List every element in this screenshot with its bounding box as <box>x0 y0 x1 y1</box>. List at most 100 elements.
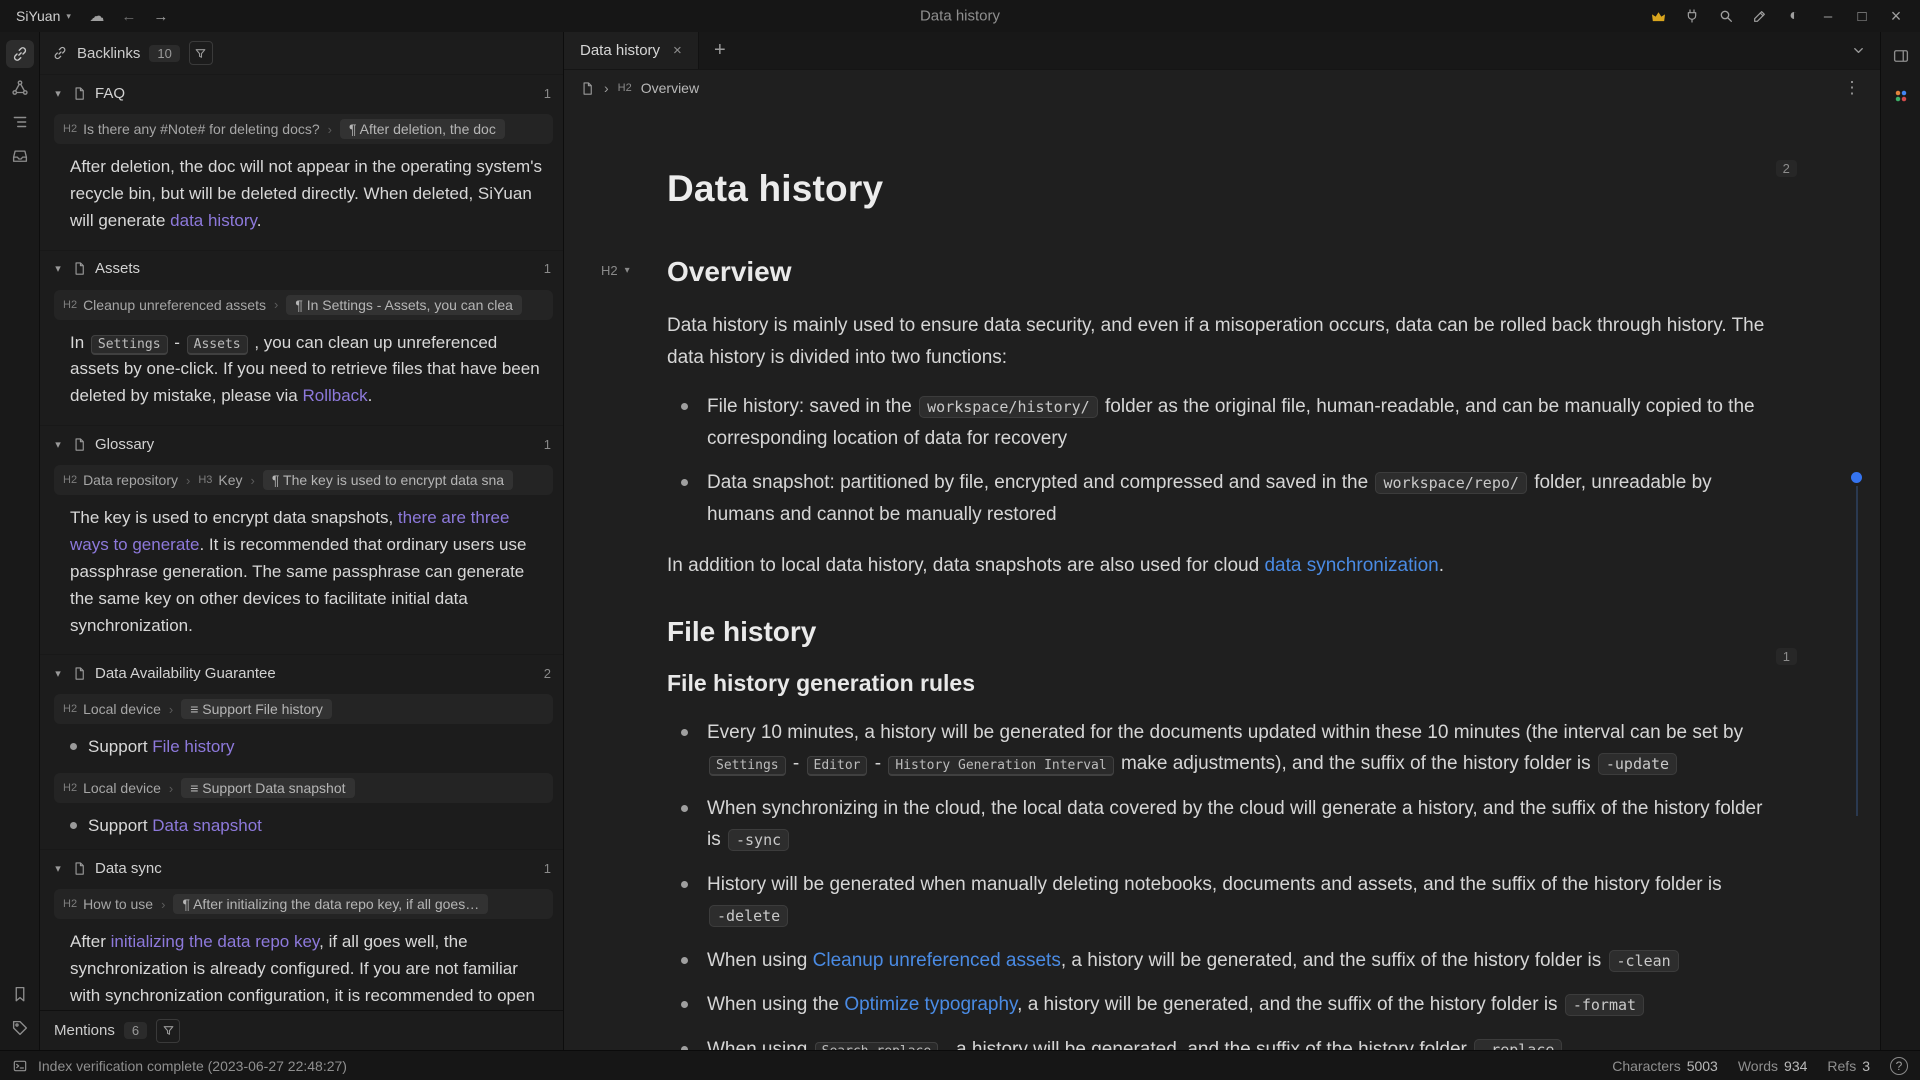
rich-text: Every 10 minutes, a history will be gene… <box>707 722 1743 743</box>
stat-words: Words 934 <box>1738 1058 1808 1074</box>
close-button[interactable]: × <box>1880 3 1912 29</box>
mentions-filter-button[interactable] <box>156 1019 180 1043</box>
block-ref-badge[interactable]: 2 <box>1776 160 1797 177</box>
help-button[interactable]: ? <box>1890 1057 1908 1075</box>
backlink-doc-row[interactable]: ▾ Data Availability Guarantee 2 <box>40 654 563 691</box>
workspace-menu[interactable]: SiYuan ▾ <box>8 5 79 27</box>
more-options-icon[interactable]: ⋮ <box>1840 78 1864 98</box>
doc-paragraph[interactable]: In addition to local data history, data … <box>667 550 1777 582</box>
dock-backlinks-button[interactable] <box>6 40 34 68</box>
edit-mode-button[interactable] <box>1744 3 1776 29</box>
doc-title[interactable]: Data history 2 <box>667 168 1777 210</box>
inline-ref-link[interactable]: initializing the data repo key <box>111 932 320 951</box>
plugin-button[interactable] <box>1676 3 1708 29</box>
backlink-excerpt[interactable]: Support File history <box>40 731 563 770</box>
chevron-down-icon[interactable]: ▾ <box>52 87 64 100</box>
backlink-breadcrumb[interactable]: H2Cleanup unreferenced assets›¶ In Setti… <box>54 290 553 320</box>
rich-code: -update <box>1598 753 1677 775</box>
chevron-down-icon[interactable]: ▾ <box>52 438 64 451</box>
doc-list-item[interactable]: When using Cleanup unreferenced assets, … <box>667 945 1777 977</box>
backlink-doc-row[interactable]: ▾ Assets 1 <box>40 250 563 287</box>
backlink-excerpt[interactable]: Support Data snapshot <box>40 810 563 849</box>
search-button[interactable] <box>1710 3 1742 29</box>
tab-close-icon[interactable]: × <box>673 42 682 59</box>
breadcrumb-heading-label[interactable]: Overview <box>641 80 699 96</box>
dock-tag-button[interactable] <box>6 1014 34 1042</box>
document-scroll-area[interactable]: Data history 2 H2 ▾ Overview Data histor… <box>564 106 1880 1050</box>
breadcrumb-separator: › <box>604 80 609 96</box>
rich-sep: › <box>161 897 165 912</box>
doc-paragraph[interactable]: Data history is mainly used to ensure da… <box>667 310 1777 373</box>
inline-ref-link[interactable]: data synchronization <box>1264 555 1438 576</box>
doc-list-item[interactable]: History will be generated when manually … <box>667 869 1777 932</box>
backlink-breadcrumb[interactable]: H2Data repository›H3Key›¶ The key is use… <box>54 465 553 495</box>
rich-text: - <box>788 753 805 774</box>
dock-inbox-button[interactable] <box>6 142 34 170</box>
document-icon[interactable] <box>580 81 595 96</box>
crown-icon <box>1650 8 1667 25</box>
inline-ref-link[interactable]: Data snapshot <box>152 816 262 835</box>
backlinks-tree: ▾ FAQ 1 H2Is there any #Note# for deleti… <box>40 74 563 1010</box>
backlinks-count-badge: 10 <box>149 45 179 62</box>
new-tab-button[interactable]: + <box>699 32 741 69</box>
backlink-doc-row[interactable]: ▾ FAQ 1 <box>40 74 563 111</box>
backlink-doc-row[interactable]: ▾ Glossary 1 <box>40 425 563 462</box>
backlink-excerpt[interactable]: The key is used to encrypt data snapshot… <box>40 502 563 654</box>
membership-crown-button[interactable] <box>1642 3 1674 29</box>
heading-row-file-history: File history 1 <box>667 616 1777 648</box>
backlinks-filter-button[interactable] <box>189 41 213 65</box>
backlink-doc-row[interactable]: ▾ Data sync 1 <box>40 849 563 886</box>
doc-list-item[interactable]: When using Search replace , a history wi… <box>667 1034 1777 1050</box>
backlink-count: 1 <box>544 261 551 276</box>
dock-bookmark-button[interactable] <box>6 980 34 1008</box>
dock-plugin-button[interactable] <box>1887 82 1915 110</box>
chevron-down-icon[interactable]: ▾ <box>52 667 64 680</box>
rich-badge: H3 <box>198 474 212 486</box>
doc-h2-file-history[interactable]: File history <box>667 616 1777 648</box>
backlink-excerpt[interactable]: In Settings - Assets , you can clean up … <box>40 327 563 426</box>
doc-h2-overview[interactable]: Overview <box>667 256 1777 288</box>
doc-list-item[interactable]: File history: saved in the workspace/his… <box>667 391 1777 454</box>
siyuan-window: SiYuan ▾ ☁ ← → Data history ◐ – □ × <box>0 0 1920 1080</box>
backlink-breadcrumb[interactable]: H2Local device›≡ Support File history <box>54 694 553 724</box>
backlink-breadcrumb[interactable]: H2Is there any #Note# for deleting docs?… <box>54 114 553 144</box>
backlink-excerpt[interactable]: After deletion, the doc will not appear … <box>40 151 563 250</box>
rich-code: -sync <box>728 829 789 851</box>
doc-h3-generation-rules[interactable]: File history generation rules <box>667 670 1777 697</box>
block-ref-badge[interactable]: 1 <box>1776 648 1797 665</box>
backlink-breadcrumb[interactable]: H2Local device›≡ Support Data snapshot <box>54 773 553 803</box>
chevron-down-icon[interactable]: ▾ <box>52 862 64 875</box>
back-icon[interactable]: ← <box>115 3 143 29</box>
maximize-button[interactable]: □ <box>1846 3 1878 29</box>
inline-ref-link[interactable]: Cleanup unreferenced assets <box>813 950 1061 971</box>
dock-panel-layout-button[interactable] <box>1887 42 1915 70</box>
backlink-breadcrumb[interactable]: H2How to use›¶ After initializing the da… <box>54 889 553 919</box>
rich-text: . <box>1439 555 1444 576</box>
inline-ref-link[interactable]: data history <box>170 211 257 230</box>
backlink-section-glossary: ▾ Glossary 1 H2Data repository›H3Key›¶ T… <box>40 425 563 654</box>
inline-ref-link[interactable]: File history <box>152 737 234 756</box>
rich-code: -delete <box>709 905 788 927</box>
inline-ref-link[interactable]: Rollback <box>302 386 367 405</box>
heading-gutter[interactable]: H2 ▾ <box>601 263 630 278</box>
doc-list-item[interactable]: Data snapshot: partitioned by file, encr… <box>667 467 1777 530</box>
doc-list-item[interactable]: When synchronizing in the cloud, the loc… <box>667 793 1777 856</box>
dock-outline-button[interactable] <box>6 108 34 136</box>
forward-icon[interactable]: → <box>147 3 175 29</box>
inline-ref-link[interactable]: Optimize typography <box>844 994 1017 1015</box>
chevron-down-icon[interactable]: ▾ <box>52 262 64 275</box>
scroll-indicator-dot[interactable] <box>1851 472 1862 483</box>
rich-text: Support <box>88 737 152 756</box>
minimize-button[interactable]: – <box>1812 3 1844 29</box>
doc-list-item[interactable]: Every 10 minutes, a history will be gene… <box>667 717 1777 780</box>
cloud-sync-icon[interactable]: ☁ <box>83 3 111 29</box>
tab-data-history[interactable]: Data history × <box>564 32 699 69</box>
backlink-excerpt[interactable]: After initializing the data repo key, if… <box>40 926 563 1010</box>
tab-list-chevron-button[interactable] <box>1836 32 1880 69</box>
dock-graph-button[interactable] <box>6 74 34 102</box>
collapse-triangle-icon[interactable]: ▾ <box>625 265 630 276</box>
backlink-count: 1 <box>544 861 551 876</box>
mentions-bar[interactable]: Mentions 6 <box>40 1010 563 1050</box>
theme-mode-button[interactable]: ◐ <box>1778 3 1810 29</box>
doc-list-item[interactable]: When using the Optimize typography, a hi… <box>667 989 1777 1021</box>
